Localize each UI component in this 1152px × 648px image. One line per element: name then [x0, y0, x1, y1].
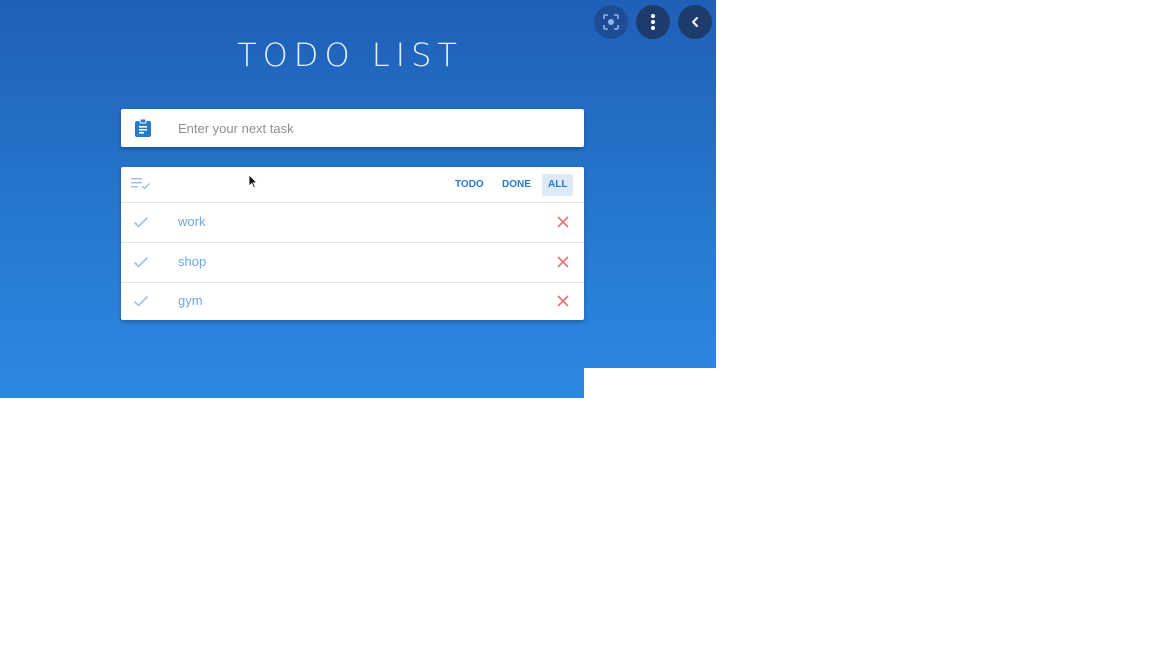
filter-todo-button[interactable]: TODO: [449, 174, 490, 196]
filter-all-button[interactable]: ALL: [542, 174, 574, 196]
clipboard-icon: [135, 119, 151, 137]
close-icon[interactable]: [556, 255, 570, 269]
check-icon[interactable]: [133, 294, 149, 308]
task-input-card: [121, 109, 584, 147]
playlist-check-icon: [131, 178, 150, 190]
task-row[interactable]: shop: [121, 243, 584, 283]
check-icon[interactable]: [133, 255, 149, 269]
collapse-button[interactable]: [678, 5, 712, 39]
task-label: gym: [178, 293, 203, 308]
list-header: TODO DONE ALL: [121, 167, 584, 203]
app-background-extension: [0, 368, 584, 398]
more-vertical-icon: [651, 14, 655, 30]
task-label: work: [178, 214, 206, 229]
chevron-left-icon: [692, 17, 698, 27]
close-icon[interactable]: [556, 294, 570, 308]
mouse-cursor-icon: [248, 174, 258, 189]
more-menu-button[interactable]: [636, 5, 670, 39]
task-list-card: TODO DONE ALL work shop gym: [121, 167, 584, 320]
task-row[interactable]: gym: [121, 282, 584, 321]
google-lens-icon: [603, 14, 619, 30]
close-icon[interactable]: [556, 215, 570, 229]
filter-done-button[interactable]: DONE: [496, 174, 537, 196]
task-row[interactable]: work: [121, 203, 584, 243]
task-label: shop: [178, 254, 207, 269]
page-title: TODO LIST: [237, 36, 463, 74]
check-icon[interactable]: [133, 215, 149, 229]
new-task-input[interactable]: [178, 109, 568, 147]
lens-button[interactable]: [594, 5, 628, 39]
